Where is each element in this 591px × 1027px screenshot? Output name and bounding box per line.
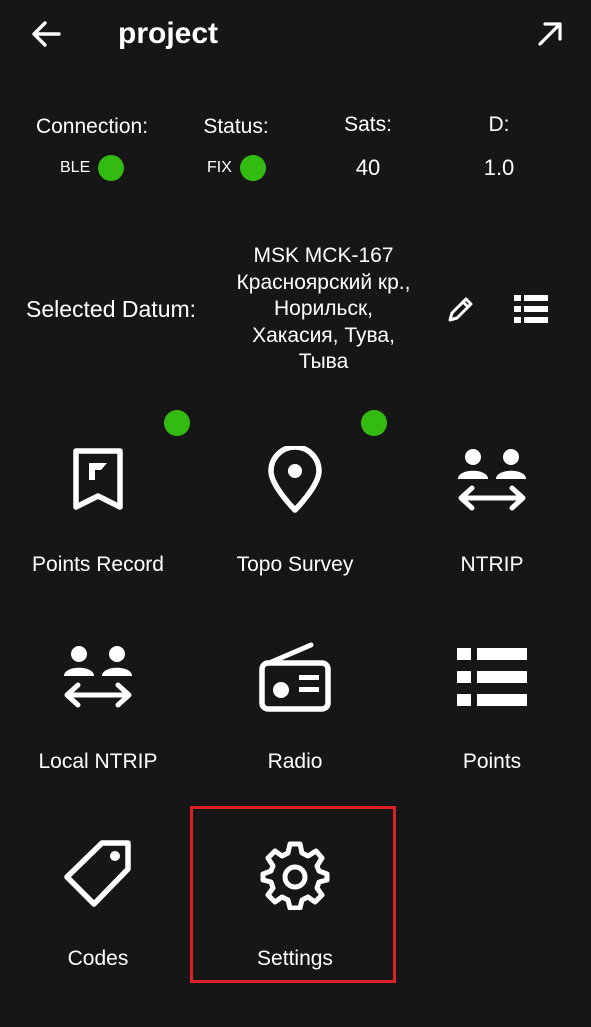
tile-label: NTRIP [460,553,524,576]
tile-label: Topo Survey [236,553,354,576]
tile-label: Settings [257,947,333,970]
bookmark-flag-icon [58,440,138,520]
status-label: Status: [203,115,269,138]
page-title: project [118,17,219,50]
radio-icon [255,637,335,717]
d-value: 1.0 [483,155,515,180]
list-icon [452,637,532,717]
connection-status-dot [98,155,125,181]
connection-indicator: BLE [60,155,125,181]
tile-points[interactable]: Points [394,607,590,803]
status-value: FIX [207,159,232,176]
sats-label: Sats: [344,113,392,136]
datum-list-button[interactable] [506,286,556,332]
edit-datum-button[interactable] [438,286,484,332]
pencil-icon [448,297,473,322]
tag-icon [58,834,138,914]
tile-local-ntrip[interactable]: Local NTRIP [0,607,196,803]
status-indicator: FIX [207,155,266,181]
list-icon [514,295,548,323]
tile-topo-survey[interactable]: Topo Survey [197,410,393,606]
points-record-active-dot [164,410,190,436]
tile-ntrip[interactable]: NTRIP [394,410,590,606]
topo-survey-active-dot [361,410,387,436]
datum-label: Selected Datum: [26,296,197,322]
fix-status-dot [239,155,266,181]
tile-radio[interactable]: Radio [197,607,393,803]
tile-points-record[interactable]: Points Record [0,410,196,606]
arrow-up-right-icon [538,22,562,46]
back-button[interactable] [22,12,70,56]
connection-label: Connection: [35,115,149,138]
arrow-left-icon [32,21,61,47]
tile-label: Codes [67,947,129,970]
tile-codes[interactable]: Codes [0,804,196,1000]
gear-icon [255,834,335,914]
d-label: D: [488,113,510,136]
users-transfer-icon [58,637,138,717]
tile-label: Radio [267,750,323,773]
users-transfer-icon [452,440,532,520]
tile-label: Local NTRIP [38,750,158,773]
sats-value: 40 [355,155,381,180]
tile-label: Points [462,750,522,773]
tile-label: Points Record [32,553,164,576]
open-external-button[interactable] [526,12,574,56]
connection-value: BLE [60,159,91,176]
datum-value: MSK MCK-167 Красноярский кр., Норильск, … [236,244,411,373]
map-pin-icon [255,440,335,520]
tile-settings[interactable]: Settings [197,804,393,1000]
